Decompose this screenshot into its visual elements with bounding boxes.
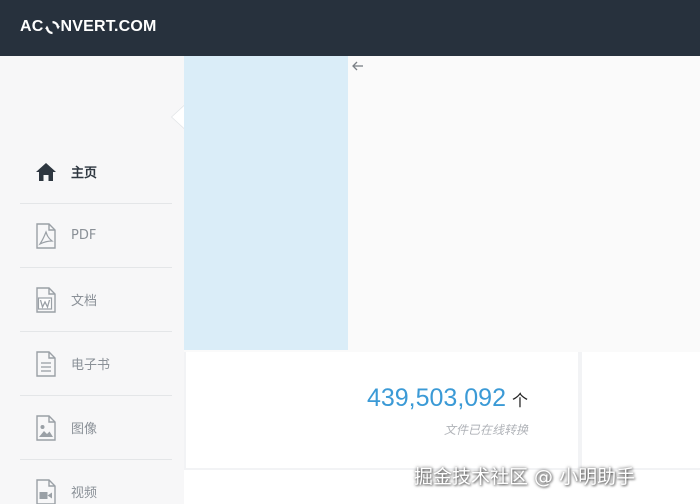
sidebar-item-label: 图像 [71,422,98,437]
image-file-icon [33,414,59,442]
sidebar-item-document[interactable]: 文档 [20,268,172,332]
arrow-left-icon[interactable] [350,58,366,74]
logo-text-right: NVERT.COM [60,18,157,35]
sidebar-item-label: 电子书 [71,358,111,373]
word-file-icon [33,286,59,314]
sidebar-item-home[interactable]: 主页 [20,140,172,204]
conversion-counter: 439,503,092 个 [367,384,528,413]
sidebar-item-video[interactable]: 视频 [20,460,172,504]
ebook-file-icon [33,350,59,378]
sidebar-item-pdf[interactable]: PDF [20,204,172,268]
converted-count: 439,503,092 [366,384,506,412]
refresh-ring-icon [44,20,60,35]
sidebar-item-image[interactable]: 图像 [20,396,172,460]
top-navbar: AC NVERT.COM [0,0,700,56]
sidebar-item-label: 视频 [71,486,98,501]
active-pointer [172,106,184,128]
pdf-file-icon [33,222,59,250]
home-icon [33,158,59,186]
sidebar: 主页 PDF 文档 电子书 图像 视频 [0,56,184,504]
video-file-icon [33,478,59,504]
banner-panel [184,56,348,350]
sidebar-item-label: 主页 [71,166,98,181]
count-unit: 个 [511,391,528,410]
site-logo[interactable]: AC NVERT.COM [20,18,157,36]
sidebar-item-label: 文档 [71,294,98,309]
sidebar-item-label: PDF [71,228,97,243]
logo-text-left: AC [20,18,44,35]
sidebar-item-ebook[interactable]: 电子书 [20,332,172,396]
watermark-text: 掘金技术社区 @ 小明助手 [414,466,636,488]
counter-caption: 文件已在线转换 [443,423,528,437]
stats-card-secondary [582,352,700,468]
